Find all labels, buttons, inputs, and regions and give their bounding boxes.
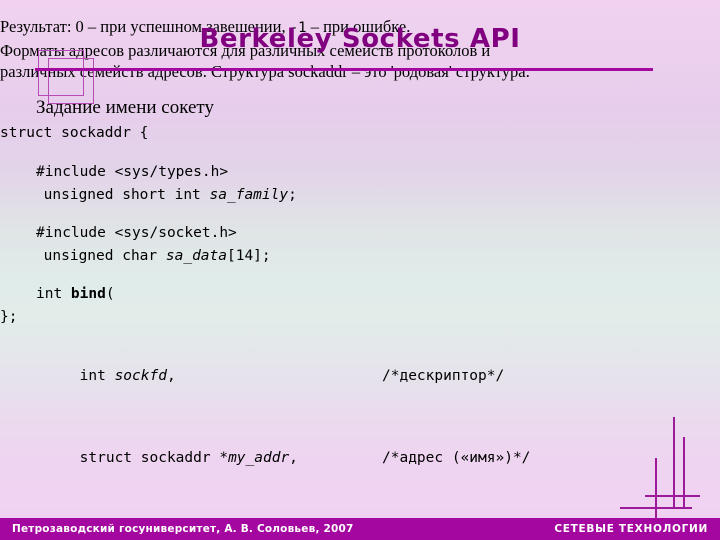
slide-canvas: Berkeley Sockets API Задание имени сокет… — [0, 0, 720, 540]
param-name: sockfd — [114, 367, 167, 384]
footer-bar: Петрозаводский госуниверситет, А. В. Сол… — [0, 518, 720, 540]
slide-content: Задание имени сокету #include <sys/types… — [36, 96, 692, 540]
code-line-include-socket: #include <sys/socket.h> — [36, 225, 237, 242]
param-name: my_addr — [228, 449, 290, 466]
signature-function-name: bind — [70, 286, 106, 303]
section-heading: Задание имени сокету — [36, 97, 214, 118]
title-divider — [35, 68, 653, 71]
code-line-param-my-addr: struct sockaddr *my_addr, /*адрес («имя»… — [36, 448, 692, 468]
param-tail: , — [289, 449, 298, 466]
code-block-bind: #include <sys/types.h> #include <sys/soc… — [36, 121, 692, 540]
decorative-vline-2 — [673, 417, 675, 507]
param-comment: /*дескриптор*/ — [382, 367, 505, 384]
decorative-hline-1 — [645, 495, 700, 497]
param-tail: , — [166, 367, 176, 384]
decorative-hline-2 — [620, 507, 692, 509]
param-type: struct sockaddr * — [79, 449, 229, 466]
param-type: int — [79, 367, 115, 384]
footer-course-title: СЕТЕВЫЕ ТЕХНОЛОГИИ — [554, 523, 708, 535]
footer-attribution: Петрозаводский госуниверситет, А. В. Сол… — [12, 523, 354, 535]
param-indent — [36, 450, 80, 466]
page-title: Berkeley Sockets API — [199, 24, 521, 54]
prose-line-sockaddr: различных семейств адресов. Структура so… — [0, 62, 531, 81]
decorative-vline-1 — [655, 458, 657, 518]
signature-return-type: int — [36, 286, 71, 303]
signature-open-paren: ( — [105, 286, 115, 303]
code-line-signature: int bind( — [36, 284, 692, 304]
code-line-param-sockfd: int sockfd, /*дескриптор*/ — [36, 366, 692, 386]
code-line-include-types: #include <sys/types.h> — [36, 163, 229, 180]
param-indent — [36, 368, 80, 384]
decorative-cross-graphic — [620, 415, 720, 520]
